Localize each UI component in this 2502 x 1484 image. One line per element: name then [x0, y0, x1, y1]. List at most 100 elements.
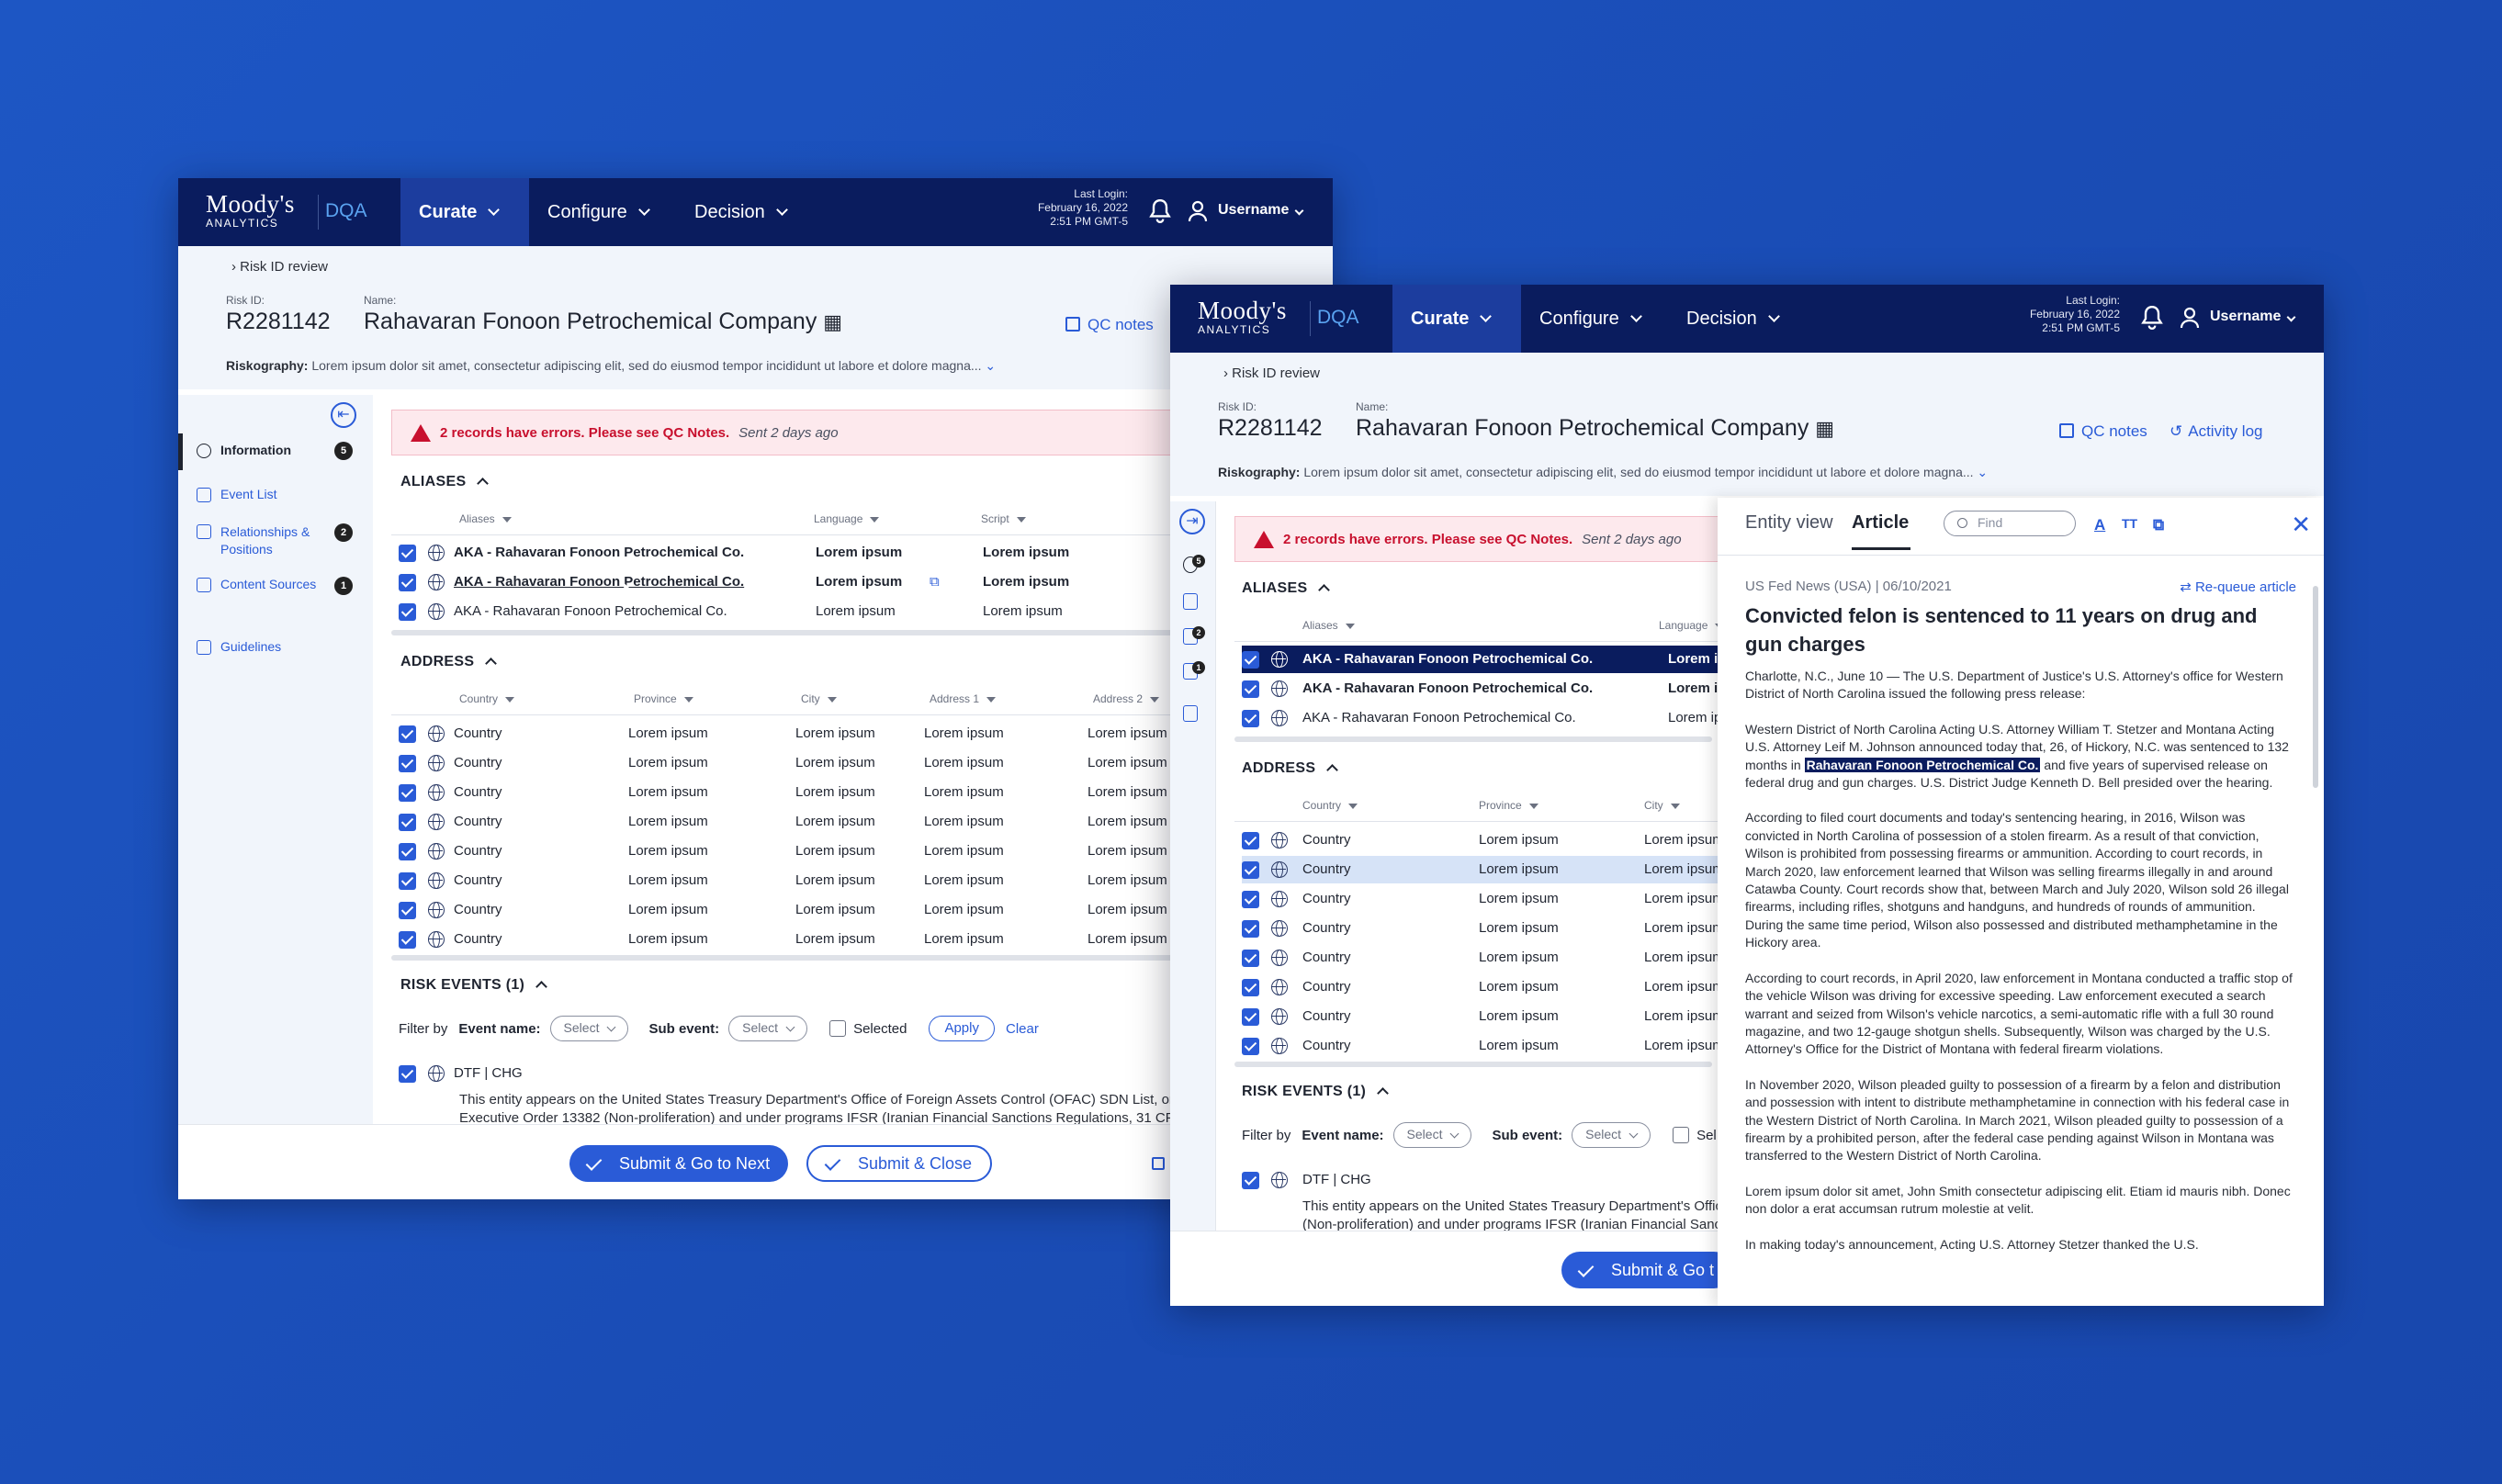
highlighted-entity[interactable]: Rahavaran Fonoon Petrochemical Co.	[1804, 757, 2041, 772]
risk-event-row[interactable]: DTF | CHG	[399, 1060, 674, 1087]
col-city[interactable]: City	[801, 692, 837, 705]
sub-event-select[interactable]: Select	[1572, 1122, 1651, 1148]
table-row[interactable]: AKA - Rahavaran Fonoon Petrochemical Co.…	[1242, 675, 1719, 703]
address-section-header[interactable]: ADDRESS	[1242, 760, 1339, 777]
user-icon[interactable]	[1187, 198, 1209, 224]
col-script[interactable]: Script	[981, 512, 1026, 525]
text-size-icon[interactable]: TT	[2122, 516, 2137, 531]
clear-link[interactable]: Clear	[1006, 1021, 1039, 1037]
checkbox-checked[interactable]	[399, 814, 416, 831]
table-row[interactable]: Country Lorem ipsum Lorem ipsum	[1242, 885, 1719, 913]
submit-next-button[interactable]: Submit & Go t	[1561, 1252, 1733, 1288]
checkbox-checked[interactable]	[399, 574, 416, 591]
tab-entity-view[interactable]: Entity view	[1745, 512, 1833, 534]
copy-article-icon[interactable]: ⧉	[2153, 516, 2164, 534]
apply-button[interactable]: Apply	[929, 1016, 995, 1041]
horizontal-scrollbar[interactable]	[1234, 1062, 1712, 1067]
col-country[interactable]: Country	[459, 692, 514, 705]
address-section-header[interactable]: ADDRESS	[400, 654, 498, 670]
col-aliases[interactable]: Aliases	[1302, 619, 1355, 632]
requeue-article-link[interactable]: ⇄ Re-queue article	[2180, 579, 2296, 595]
table-row-selected[interactable]: AKA - Rahavaran Fonoon Petrochemical Co.…	[1242, 646, 1719, 673]
aliases-section-header[interactable]: ALIASES	[1242, 580, 1331, 597]
table-row[interactable]: Country Lorem ipsum Lorem ipsum	[1242, 1003, 1719, 1030]
user-icon[interactable]	[2179, 305, 2201, 331]
activity-log-link[interactable]: ↺ Activity log	[2170, 422, 2263, 441]
sidebar-item-information[interactable]: Information	[197, 443, 291, 458]
checkbox-checked[interactable]	[399, 545, 416, 562]
submit-close-button[interactable]: Submit & Close	[806, 1145, 993, 1182]
table-row[interactable]: Country Lorem ipsum Lorem ipsum	[1242, 915, 1719, 942]
col-province[interactable]: Province	[634, 692, 693, 705]
checkbox-checked[interactable]	[1242, 1172, 1259, 1189]
tab-article[interactable]: Article	[1852, 512, 1909, 534]
col-language[interactable]: Language	[1659, 619, 1724, 632]
checkbox-checked[interactable]	[1242, 1038, 1259, 1055]
qc-notes-link[interactable]: QC notes	[2059, 422, 2147, 441]
col-address-2[interactable]: Address 2	[1093, 692, 1159, 705]
submit-next-button[interactable]: Submit & Go to Next	[569, 1145, 789, 1182]
checkbox-checked[interactable]	[1242, 680, 1259, 698]
table-row[interactable]: Country Lorem ipsum Lorem ipsum	[1242, 826, 1719, 854]
col-aliases[interactable]: Aliases	[459, 512, 512, 525]
nav-configure[interactable]: Configure	[1521, 285, 1659, 353]
table-row[interactable]: AKA - Rahavaran Fonoon Petrochemical Co.…	[1242, 704, 1719, 732]
expand-sidebar-icon[interactable]: ⇥	[1179, 509, 1205, 534]
sidebar-item-guidelines[interactable]: Guidelines	[197, 639, 281, 655]
risk-events-section-header[interactable]: RISK EVENTS (1)	[1242, 1084, 1390, 1100]
selected-checkbox[interactable]	[1673, 1127, 1690, 1143]
checkbox-checked[interactable]	[1242, 1008, 1259, 1026]
breadcrumb[interactable]: › Risk ID review	[231, 259, 328, 275]
col-city[interactable]: City	[1644, 799, 1680, 812]
checkbox-checked[interactable]	[399, 784, 416, 802]
checkbox-checked[interactable]	[1242, 861, 1259, 879]
table-row[interactable]: Country Lorem ipsum Lorem ipsum	[1242, 944, 1719, 972]
user-menu[interactable]: Username	[1218, 202, 1304, 219]
checkbox-checked[interactable]	[1242, 832, 1259, 849]
table-row[interactable]: Country Lorem ipsum Lorem ipsum	[1242, 856, 1719, 883]
risk-event-row[interactable]: DTF | CHG	[1242, 1166, 1517, 1194]
list-icon[interactable]	[1183, 593, 1198, 610]
close-icon[interactable]: ✕	[2291, 512, 2311, 536]
nav-decision[interactable]: Decision	[1668, 285, 1797, 353]
checkbox-checked[interactable]	[399, 931, 416, 949]
col-province[interactable]: Province	[1479, 799, 1538, 812]
vertical-scrollbar[interactable]	[2313, 586, 2318, 788]
collapse-sidebar-icon[interactable]: ⇤	[331, 402, 356, 428]
qc-notes-link[interactable]: QC notes	[1065, 316, 1154, 334]
sidebar-item-content-sources[interactable]: Content Sources	[197, 577, 316, 592]
checkbox-checked[interactable]	[399, 843, 416, 860]
bell-icon[interactable]	[2140, 305, 2164, 331]
nav-curate[interactable]: Curate	[400, 178, 529, 246]
riskography[interactable]: Riskography: Lorem ipsum dolor sit amet,…	[226, 358, 996, 374]
checkbox-checked[interactable]	[399, 755, 416, 772]
event-name-select[interactable]: Select	[549, 1016, 629, 1041]
sidebar-item-relationships[interactable]: Relationships & Positions	[197, 523, 325, 558]
checkbox-checked[interactable]	[1242, 920, 1259, 938]
col-language[interactable]: Language	[814, 512, 879, 525]
checkbox-checked[interactable]	[1242, 891, 1259, 908]
nav-configure[interactable]: Configure	[529, 178, 667, 246]
table-row[interactable]: Country Lorem ipsum Lorem ipsum	[1242, 1032, 1719, 1060]
riskography[interactable]: Riskography: Lorem ipsum dolor sit amet,…	[1218, 465, 1988, 480]
find-input[interactable]: Find	[1944, 511, 2076, 536]
checkbox-checked[interactable]	[399, 725, 416, 743]
table-row[interactable]: Country Lorem ipsum Lorem ipsum	[1242, 973, 1719, 1001]
sub-event-select[interactable]: Select	[728, 1016, 808, 1041]
checkbox-checked[interactable]	[1242, 979, 1259, 996]
col-country[interactable]: Country	[1302, 799, 1358, 812]
save-icon[interactable]	[1152, 1157, 1165, 1170]
risk-events-section-header[interactable]: RISK EVENTS (1)	[400, 977, 548, 994]
nav-curate[interactable]: Curate	[1392, 285, 1521, 353]
copy-icon[interactable]: ⧉	[930, 574, 940, 590]
col-address-1[interactable]: Address 1	[930, 692, 996, 705]
checkbox-checked[interactable]	[399, 902, 416, 919]
checkbox-checked[interactable]	[399, 872, 416, 890]
event-name-select[interactable]: Select	[1392, 1122, 1472, 1148]
bell-icon[interactable]	[1148, 198, 1172, 224]
horizontal-scrollbar[interactable]	[1234, 736, 1712, 742]
checkbox-checked[interactable]	[1242, 651, 1259, 669]
checkbox-checked[interactable]	[399, 1065, 416, 1083]
checkbox-checked[interactable]	[1242, 710, 1259, 727]
aliases-section-header[interactable]: ALIASES	[400, 474, 490, 490]
